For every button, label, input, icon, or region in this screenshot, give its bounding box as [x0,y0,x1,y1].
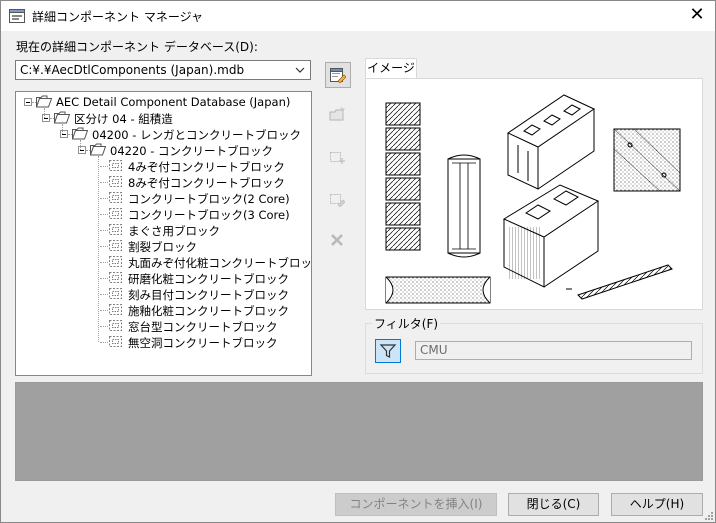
close-icon[interactable]: ✕ [687,5,707,25]
resize-grip-icon[interactable] [703,510,713,520]
tree-item-label: 区分け 04 - 組積造 [74,112,173,126]
tree-connector [100,310,108,311]
component-tree[interactable]: AEC Detail Component Database (Japan) 区分け… [15,91,312,376]
tree-connector [100,198,108,199]
edit-database-icon [330,68,346,83]
app-icon [9,9,25,23]
tree-item-label: 窓台型コンクリートブロック [128,320,278,334]
tree-item-label: 04220 - コンクリートブロック [110,144,274,158]
tree-item-label: 研磨化粧コンクリートブロック [128,272,289,286]
component-icon [108,223,124,236]
tab-image[interactable]: イメージ [365,58,417,79]
cmu-preview-image [385,94,681,304]
tree-item-label: コンクリートブロック(3 Core) [128,208,290,222]
tree-connector [80,140,81,150]
tree-connector [100,246,108,247]
detail-component-manager-window: 詳細コンポーネント マネージャ ✕ 現在の詳細コンポーネント データベース(D)… [0,0,716,523]
component-icon [108,159,124,172]
tree-connector [100,262,108,263]
tree-connector [100,326,108,327]
tree-item-label: 8みぞ付コンクリートブロック [128,176,285,190]
component-icon [108,255,124,268]
component-icon [108,191,124,204]
component-icon [108,287,124,300]
filter-input[interactable]: CMU [415,341,692,360]
tree-connector [100,166,108,167]
chevron-down-icon[interactable] [292,61,308,79]
tree-item-label: 無空洞コンクリートブロック [128,336,278,350]
tree-item-label: 割裂ブロック [128,240,197,254]
component-icon [108,239,124,252]
database-path: C:¥.¥AecDtlComponents (Japan).mdb [20,63,245,77]
folder-open-icon [71,127,89,140]
tree-item-label: 丸面みぞ付化粧コンクリートブロック [128,256,312,270]
tree-item-label: 4みぞ付コンクリートブロック [128,160,285,174]
component-icon [108,319,124,332]
tree-connector [100,230,108,231]
tree-connector [44,108,45,118]
edit-component-button[interactable] [325,187,351,213]
new-folder-icon [329,107,345,121]
add-component-icon [330,152,345,164]
filter-label: フィルタ(F) [372,315,441,332]
help-button[interactable]: ヘルプ(H) [611,493,703,516]
tree-connector [98,156,99,342]
new-component-button[interactable] [325,145,351,171]
delete-icon [331,234,343,246]
database-combobox[interactable]: C:¥.¥AecDtlComponents (Japan).mdb [15,60,311,80]
edit-component-icon [330,194,345,207]
component-icon [108,335,124,348]
folder-open-icon [89,143,107,156]
component-icon [108,271,124,284]
tree-connector [100,342,108,343]
component-icon [108,207,124,220]
edit-database-button[interactable] [325,62,351,88]
folder-open-icon [53,111,71,124]
close-button[interactable]: 閉じる(C) [508,493,599,516]
tree-item-label: AEC Detail Component Database (Japan) [56,95,291,109]
component-icon [108,175,124,188]
folder-open-icon [35,95,53,108]
collapse-toggle-icon[interactable] [24,98,32,106]
component-icon [108,303,124,316]
tree-item-label: まぐさ用ブロック [128,224,220,238]
title-bar: 詳細コンポーネント マネージャ ✕ [1,1,715,31]
database-label: 現在の詳細コンポーネント データベース(D): [16,40,258,54]
insert-component-button[interactable]: コンポーネントを挿入(I) [335,493,497,516]
filter-icon [379,344,397,358]
tree-connector [62,124,63,134]
tree-item-label: 刻み目付コンクリートブロック [128,288,289,302]
tree-connector [100,278,108,279]
delete-button[interactable] [325,228,351,254]
window-title: 詳細コンポーネント マネージャ [32,10,203,24]
preview-panel [365,78,703,310]
tree-item-label: コンクリートブロック(2 Core) [128,192,290,206]
description-panel [15,382,703,481]
tree-connector [100,182,108,183]
tree-connector [100,214,108,215]
tree-item-label: 施釉化粧コンクリートブロック [128,304,289,318]
filter-button[interactable] [375,339,401,363]
tree-item-label: 04200 - レンガとコンクリートブロック [92,128,302,142]
new-group-button[interactable] [325,103,351,129]
tree-connector [100,294,108,295]
